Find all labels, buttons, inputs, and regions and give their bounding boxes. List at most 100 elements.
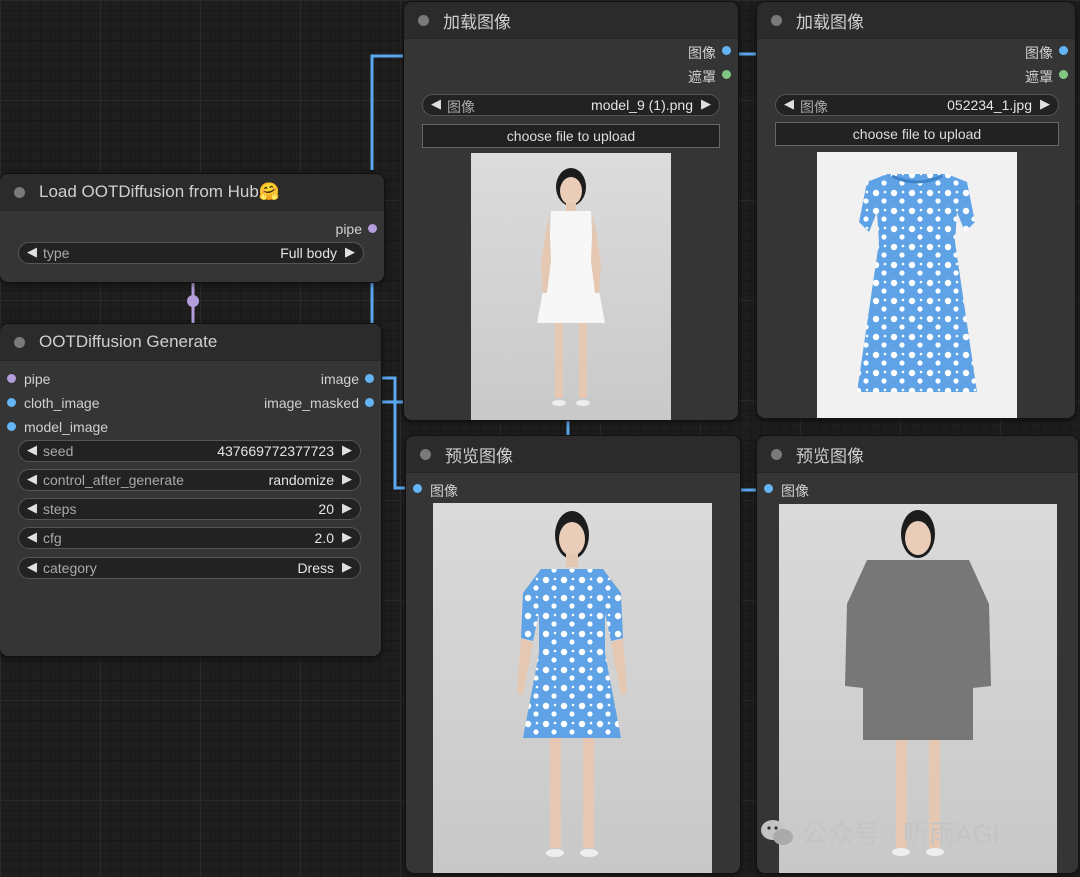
- collapse-dot-icon[interactable]: [771, 448, 782, 460]
- increment-arrow-icon[interactable]: ▶: [342, 529, 352, 545]
- control-after-generate-widget[interactable]: ◀ control_after_generate randomize ▶: [18, 469, 361, 491]
- output-pipe-label: pipe: [335, 221, 362, 237]
- output-mask: 遮罩: [404, 63, 738, 87]
- collapse-dot-icon[interactable]: [14, 336, 25, 348]
- cfg-widget[interactable]: ◀ cfg 2.0 ▶: [18, 527, 361, 549]
- image-input-socket[interactable]: [764, 484, 773, 493]
- prev-arrow-icon[interactable]: ◀: [27, 559, 37, 575]
- decrement-arrow-icon[interactable]: ◀: [27, 442, 37, 458]
- decrement-arrow-icon[interactable]: ◀: [27, 500, 37, 516]
- output-mask: 遮罩: [757, 63, 1075, 87]
- prev-arrow-icon[interactable]: ◀: [784, 96, 794, 112]
- type-label: type: [43, 245, 70, 261]
- output-image: 图像: [757, 39, 1075, 63]
- collapse-dot-icon[interactable]: [771, 14, 782, 26]
- ootd-generate-node[interactable]: OOTDiffusion Generate pipe image cloth_i…: [0, 324, 381, 656]
- steps-widget[interactable]: ◀ steps 20 ▶: [18, 498, 361, 520]
- mask-output-socket[interactable]: [722, 70, 731, 79]
- io-row-2: cloth_image image_masked: [0, 391, 381, 415]
- pipe-output-socket[interactable]: [368, 224, 377, 233]
- image-select[interactable]: ◀ 图像 model_9 (1).png ▶: [422, 94, 720, 116]
- node-header[interactable]: Load OOTDiffusion from Hub🤗: [0, 174, 384, 211]
- seed-value: 437669772377723: [217, 443, 334, 459]
- input-cloth-image-label: cloth_image: [24, 395, 100, 411]
- image-output-socket[interactable]: [365, 374, 374, 383]
- preview-image-node-2[interactable]: 预览图像 图像: [757, 436, 1078, 873]
- output-pipe: pipe: [0, 217, 384, 241]
- cfg-value: 2.0: [314, 530, 334, 546]
- wechat-icon: [761, 819, 793, 845]
- next-arrow-icon[interactable]: ▶: [342, 559, 352, 575]
- output-image-masked-label: image_masked: [264, 395, 359, 411]
- collapse-dot-icon[interactable]: [418, 14, 429, 26]
- seed-label: seed: [43, 443, 74, 459]
- category-label: category: [43, 560, 97, 576]
- model-image-input-socket[interactable]: [7, 422, 16, 431]
- prev-arrow-icon[interactable]: ◀: [431, 96, 441, 112]
- image-input-socket[interactable]: [413, 484, 422, 493]
- input-image-label: 图像: [430, 483, 458, 499]
- output-image-label: 图像: [688, 45, 716, 61]
- mask-output-socket[interactable]: [1059, 70, 1068, 79]
- decrement-arrow-icon[interactable]: ◀: [27, 529, 37, 545]
- output-image: 图像: [404, 39, 738, 63]
- node-header[interactable]: OOTDiffusion Generate: [0, 324, 381, 361]
- pipe-input-socket[interactable]: [7, 374, 16, 383]
- input-image: 图像: [406, 477, 740, 501]
- input-image: 图像: [757, 477, 1078, 501]
- node-title: 加载图像: [443, 12, 511, 32]
- image-masked-output-socket[interactable]: [365, 398, 374, 407]
- upload-button[interactable]: choose file to upload: [422, 124, 720, 148]
- upload-button[interactable]: choose file to upload: [775, 122, 1059, 146]
- seed-widget[interactable]: ◀ seed 437669772377723 ▶: [18, 440, 361, 462]
- steps-value: 20: [318, 501, 334, 517]
- cfg-label: cfg: [43, 530, 62, 546]
- collapse-dot-icon[interactable]: [14, 186, 25, 198]
- node-header[interactable]: 预览图像: [757, 436, 1078, 473]
- image-output-socket[interactable]: [722, 46, 731, 55]
- node-header[interactable]: 预览图像: [406, 436, 740, 473]
- next-arrow-icon[interactable]: ▶: [342, 471, 352, 487]
- category-widget[interactable]: ◀ category Dress ▶: [18, 557, 361, 579]
- category-value: Dress: [297, 560, 334, 576]
- io-rows: pipe image cloth_image image_masked mode…: [0, 367, 381, 439]
- input-image-label: 图像: [781, 483, 809, 499]
- node-title: 预览图像: [796, 446, 864, 466]
- type-select[interactable]: ◀ type Full body ▶: [18, 242, 364, 264]
- cloth-image-input-socket[interactable]: [7, 398, 16, 407]
- output-image-label: image: [320, 371, 359, 387]
- collapse-dot-icon[interactable]: [420, 448, 431, 460]
- image-select-label: 图像: [800, 99, 828, 115]
- image-output-socket[interactable]: [1059, 46, 1068, 55]
- type-value: Full body: [280, 245, 337, 261]
- load-image-node-1[interactable]: 加载图像 图像 遮罩 ◀ 图像 model_9 (1).png ▶ choose…: [404, 2, 738, 420]
- node-header[interactable]: 加载图像: [757, 2, 1075, 39]
- next-arrow-icon[interactable]: ▶: [701, 96, 711, 112]
- watermark: 公众号 · 听雨AGI: [760, 814, 1000, 851]
- cloth-photo: [817, 152, 1017, 418]
- load-ootd-node[interactable]: Load OOTDiffusion from Hub🤗 pipe ◀ type …: [0, 174, 384, 282]
- output-mask-label: 遮罩: [688, 69, 716, 85]
- output-mask-label: 遮罩: [1025, 69, 1053, 85]
- image-select-value: 052234_1.jpg: [947, 97, 1032, 113]
- node-title: OOTDiffusion Generate: [39, 332, 218, 351]
- control-after-generate-value: randomize: [268, 472, 334, 488]
- next-arrow-icon[interactable]: ▶: [1040, 96, 1050, 112]
- image-select-value: model_9 (1).png: [591, 97, 693, 113]
- watermark-text: 公众号 · 听雨AGI: [802, 819, 1000, 849]
- load-image-node-2[interactable]: 加载图像 图像 遮罩 ◀ 图像 052234_1.jpg ▶ choose fi…: [757, 2, 1075, 418]
- increment-arrow-icon[interactable]: ▶: [342, 442, 352, 458]
- io-row-3: model_image: [0, 415, 381, 439]
- control-after-generate-label: control_after_generate: [43, 472, 184, 488]
- node-title: 预览图像: [445, 446, 513, 466]
- prev-arrow-icon[interactable]: ◀: [27, 471, 37, 487]
- preview-image-node-1[interactable]: 预览图像 图像: [406, 436, 740, 873]
- image-select[interactable]: ◀ 图像 052234_1.jpg ▶: [775, 94, 1059, 116]
- result-photo: [433, 503, 712, 873]
- model-photo: [471, 153, 671, 420]
- next-arrow-icon[interactable]: ▶: [345, 244, 355, 260]
- prev-arrow-icon[interactable]: ◀: [27, 244, 37, 260]
- increment-arrow-icon[interactable]: ▶: [342, 500, 352, 516]
- node-header[interactable]: 加载图像: [404, 2, 738, 39]
- input-model-image-label: model_image: [24, 419, 109, 435]
